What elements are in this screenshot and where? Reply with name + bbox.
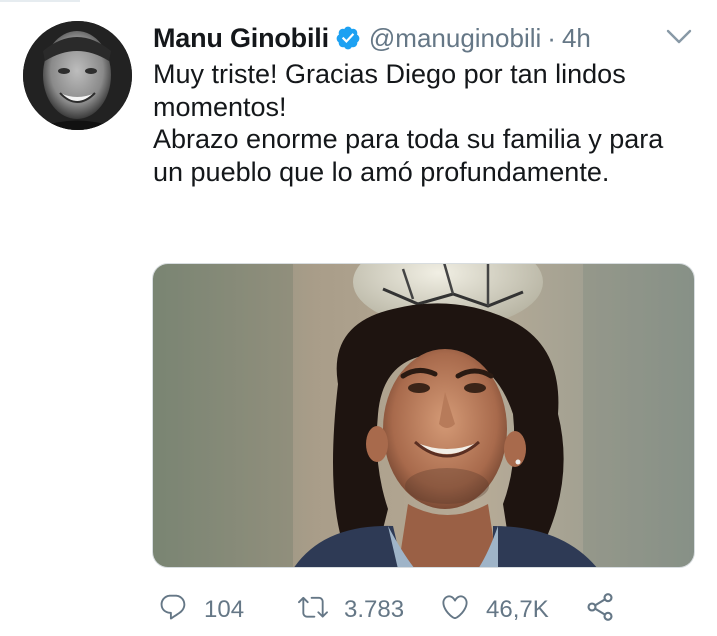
tweet-text-line: Muy triste! Gracias Diego por tan lindos…	[153, 59, 626, 122]
handle[interactable]: @manuginobili	[369, 23, 541, 54]
tweet-actions: 104 3.783 46,7K	[158, 590, 616, 630]
avatar-photo	[23, 21, 132, 130]
reply-button[interactable]: 104	[158, 592, 298, 629]
reply-count: 104	[204, 596, 245, 623]
verified-badge-icon	[335, 25, 361, 51]
retweet-icon	[298, 592, 328, 629]
share-icon	[584, 591, 616, 630]
tweet-photo[interactable]	[152, 263, 695, 568]
photo-image	[153, 264, 694, 567]
tweet-header: Manu Ginobili @manuginobili · 4h	[153, 18, 591, 58]
timestamp[interactable]: 4h	[562, 23, 591, 54]
display-name[interactable]: Manu Ginobili	[153, 23, 329, 54]
heart-icon	[440, 592, 470, 629]
like-button[interactable]: 46,7K	[440, 592, 584, 629]
avatar[interactable]	[23, 21, 132, 130]
reply-icon	[158, 592, 188, 629]
divider	[0, 0, 80, 2]
tweet-text: Muy triste! Gracias Diego por tan lindos…	[153, 58, 693, 188]
like-count: 46,7K	[486, 596, 549, 623]
chevron-down-icon[interactable]	[664, 26, 694, 48]
tweet-text-line: Abrazo enorme para toda su familia y par…	[153, 124, 664, 187]
retweet-count: 3.783	[344, 596, 405, 623]
separator-dot: ·	[547, 22, 556, 53]
retweet-button[interactable]: 3.783	[298, 592, 440, 629]
share-button[interactable]	[584, 591, 616, 630]
tweet: Manu Ginobili @manuginobili · 4h Muy tri…	[0, 0, 717, 636]
